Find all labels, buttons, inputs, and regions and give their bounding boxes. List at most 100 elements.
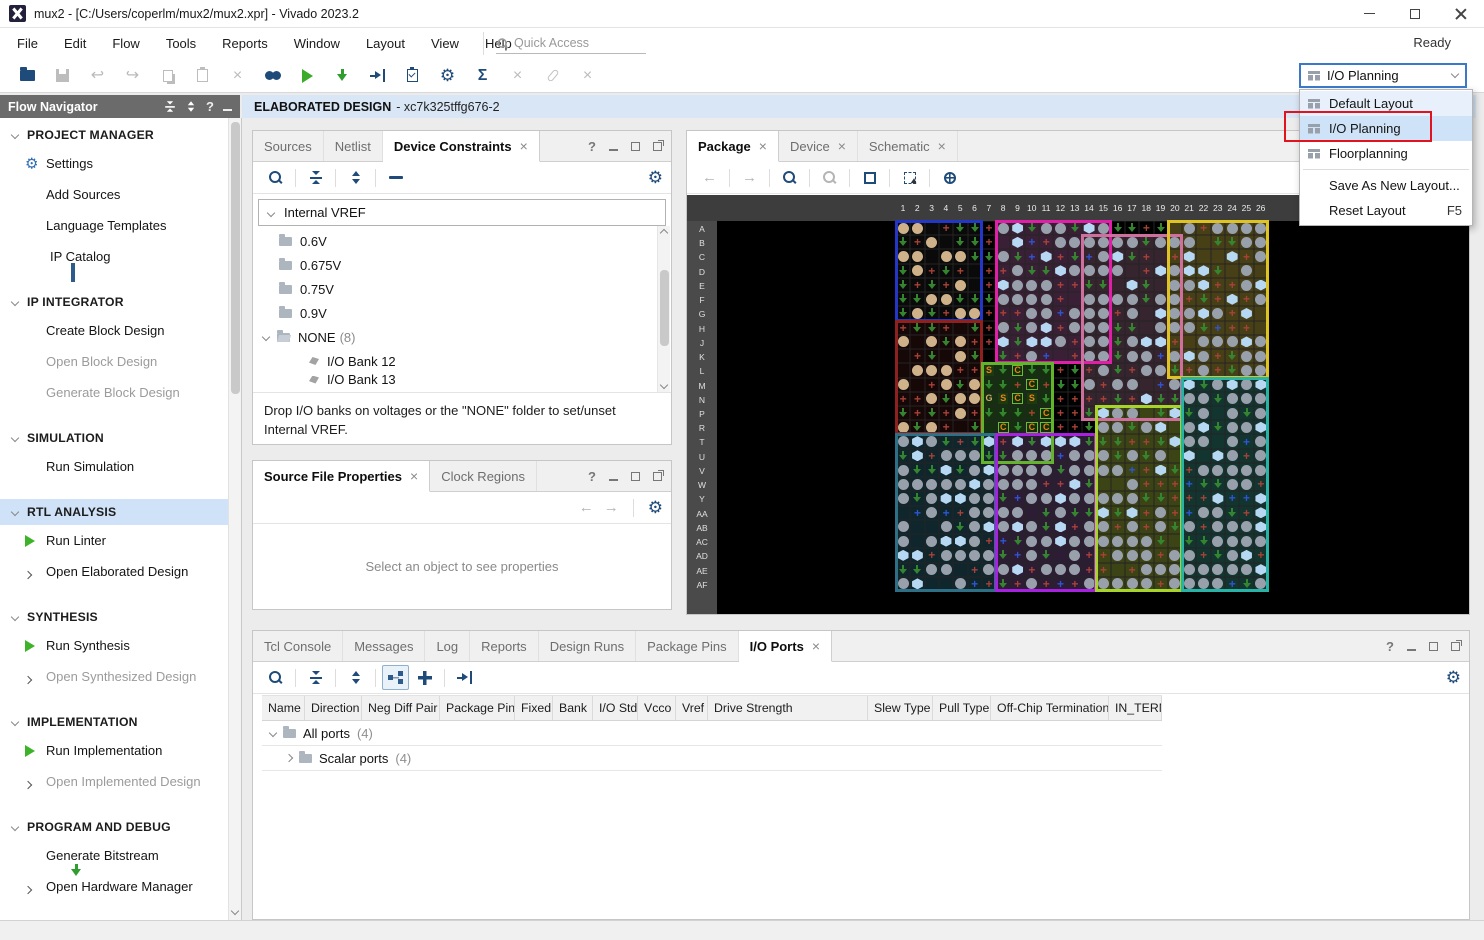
package-pin-cell[interactable] [938,363,954,378]
package-pin-cell[interactable] [1182,306,1197,321]
package-pin-cell[interactable] [1167,448,1183,463]
package-pin-cell[interactable] [896,349,911,364]
package-pin-cell[interactable]: + [896,391,911,406]
package-pin-cell[interactable] [1167,576,1183,591]
package-pin-cell[interactable] [1067,548,1082,563]
package-pin-cell[interactable] [1239,221,1254,236]
package-pin-cell[interactable] [910,334,925,350]
flow-item-create-block-design[interactable]: Create Block Design [0,315,228,346]
package-pin-cell[interactable]: + [1225,491,1240,506]
package-pin-cell[interactable] [1110,277,1125,293]
package-pin-cell[interactable]: + [1139,434,1154,449]
package-pin-cell[interactable] [896,434,911,449]
package-pin-cell[interactable] [1196,263,1211,278]
package-pin-cell[interactable] [1153,292,1168,307]
package-pin-cell[interactable]: C [1024,420,1040,435]
collapse-all-button[interactable] [302,165,329,190]
package-pin-cell[interactable] [1167,277,1183,293]
package-pin-cell[interactable] [1110,576,1125,591]
package-pin-cell[interactable] [1182,405,1197,421]
package-pin-cell[interactable] [1253,221,1268,236]
package-pin-cell[interactable]: + [1239,491,1254,506]
package-pin-cell[interactable] [953,548,968,563]
zoom-out-button[interactable] [816,165,843,190]
redo-button[interactable]: ↪ [115,62,150,90]
package-pin-cell[interactable]: + [981,534,997,549]
package-pin-cell[interactable] [1196,292,1211,307]
package-pin-cell[interactable] [1167,320,1183,335]
package-pin-cell[interactable]: + [938,320,954,335]
run-simulation-button[interactable] [290,62,325,90]
package-pin-cell[interactable] [1010,420,1025,435]
package-pin-cell[interactable] [1010,434,1025,449]
package-pin-cell[interactable] [910,320,925,335]
package-pin-cell[interactable] [1067,263,1082,278]
package-pin-cell[interactable] [981,562,997,577]
package-pin-cell[interactable] [1167,349,1183,364]
package-pin-cell[interactable]: + [1053,420,1068,435]
package-pin-cell[interactable] [1225,349,1240,364]
package-pin-cell[interactable] [967,221,982,236]
package-pin-cell[interactable] [967,391,982,406]
window-maximize-button[interactable] [1392,0,1438,27]
copy-button[interactable] [150,62,185,90]
scroll-up-icon[interactable] [659,228,669,238]
package-pin-cell[interactable]: + [1124,434,1140,449]
package-pin-cell[interactable]: + [1067,334,1082,350]
package-pin-cell[interactable] [1239,334,1254,350]
package-pin-cell[interactable] [1182,420,1197,435]
place-ports-button[interactable] [451,665,478,690]
column-header-vcco[interactable]: Vcco [638,696,676,720]
package-pin-cell[interactable] [1124,491,1140,506]
package-pin-cell[interactable] [1225,505,1240,520]
window-close-button[interactable] [1438,0,1484,27]
package-pin-cell[interactable] [1153,391,1168,406]
sum-button[interactable]: Σ [465,62,500,90]
package-pin-cell[interactable]: + [910,235,925,250]
package-pin-cell[interactable] [938,235,954,250]
layout-menu-item-floorplanning[interactable]: Floorplanning [1300,141,1472,166]
run-to-button[interactable] [360,62,395,90]
package-pin-cell[interactable] [1024,505,1040,520]
package-pin-cell[interactable]: + [1110,519,1125,535]
package-pin-cell[interactable] [1239,548,1254,563]
package-pin-cell[interactable] [996,491,1011,506]
package-pin-cell[interactable] [981,434,997,449]
package-pin-cell[interactable] [967,292,982,307]
panel-minimize-button[interactable] [1407,648,1416,651]
package-pin-cell[interactable]: + [1196,221,1211,236]
package-pin-cell[interactable] [1167,221,1183,236]
package-pin-cell[interactable] [1153,491,1168,506]
package-pin-cell[interactable]: + [924,263,939,278]
panel-help-button[interactable]: ? [1386,639,1394,654]
panel-maximize-button[interactable] [1429,641,1438,651]
search-button[interactable] [262,165,289,190]
package-pin-cell[interactable] [910,263,925,278]
package-pin-cell[interactable]: + [1210,292,1226,307]
package-pin-cell[interactable] [1039,249,1054,264]
package-pin-cell[interactable] [924,292,939,307]
package-pin-cell[interactable]: + [967,576,982,591]
window-minimize-button[interactable] [1346,0,1392,27]
package-pin-cell[interactable] [1225,235,1240,250]
package-pin-cell[interactable] [1210,534,1226,549]
package-pin-cell[interactable]: + [1010,491,1025,506]
package-pin-cell[interactable] [896,377,911,392]
package-pin-cell[interactable]: + [1010,306,1025,321]
package-pin-cell[interactable] [1053,263,1068,278]
package-pin-cell[interactable] [1182,277,1197,293]
panel-maximize-button[interactable] [631,471,640,481]
package-pin-cell[interactable] [1067,477,1082,492]
package-pin-cell[interactable] [1110,491,1125,506]
package-pin-cell[interactable]: C [996,420,1011,435]
attach-button[interactable] [535,62,570,90]
package-pin-cell[interactable] [1210,405,1226,421]
package-pin-cell[interactable] [967,277,982,293]
tree-scrollbar[interactable] [657,226,670,392]
package-pin-cell[interactable] [1010,505,1025,520]
package-pin-cell[interactable] [1153,306,1168,321]
package-pin-cell[interactable]: + [953,434,968,449]
package-pin-cell[interactable] [1039,334,1054,350]
bottom-tab-reports[interactable]: Reports [470,631,539,661]
package-pin-cell[interactable] [938,462,954,478]
